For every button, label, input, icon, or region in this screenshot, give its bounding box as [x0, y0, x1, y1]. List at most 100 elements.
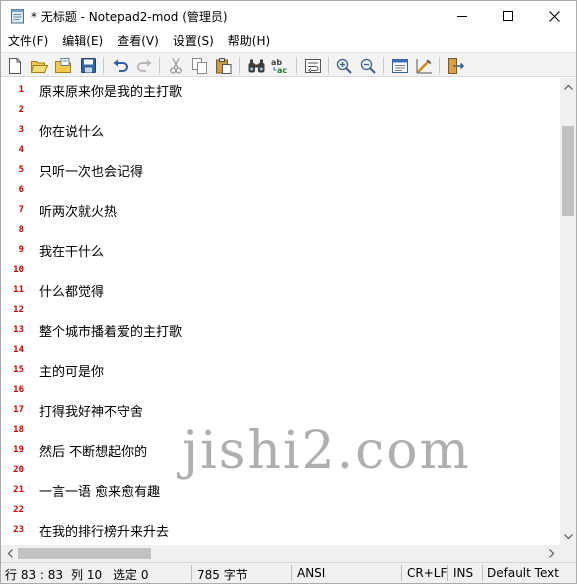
editor-line[interactable]: 9 我在干什么 — [1, 239, 560, 260]
customize-scheme-button[interactable] — [414, 56, 434, 75]
minimize-button[interactable] — [439, 1, 485, 31]
scroll-down-button[interactable] — [560, 528, 576, 545]
line-number: 2 — [18, 105, 24, 115]
new-file-button[interactable] — [5, 56, 25, 75]
editor-line[interactable]: 10 — [1, 259, 560, 279]
line-number: 21 — [13, 485, 24, 495]
maximize-button[interactable] — [485, 1, 531, 31]
editor-line[interactable]: 7 听两次就火热 — [1, 199, 560, 220]
word-wrap-button[interactable] — [303, 56, 323, 75]
redo-icon — [136, 59, 151, 72]
status-line-ending[interactable]: CR+LF — [407, 566, 447, 580]
redo-button[interactable] — [134, 56, 154, 75]
editor-line[interactable]: 8 — [1, 219, 560, 239]
line-text: 听两次就火热 — [39, 205, 118, 220]
toolbar-separator — [239, 57, 240, 74]
horizontal-scroll-thumb[interactable] — [18, 548, 151, 559]
customize-scheme-icon — [416, 58, 432, 73]
line-text: 我在干什么 — [39, 245, 105, 260]
menu-edit[interactable]: 编辑(E) — [55, 31, 110, 51]
editor-line[interactable]: 21 一言一语 愈来愈有趣 — [1, 479, 560, 500]
horizontal-scrollbar[interactable] — [1, 545, 560, 562]
editor-line[interactable]: 16 — [1, 379, 560, 399]
editor-line[interactable]: 17 打得我好神不守舍 — [1, 399, 560, 420]
menu-file[interactable]: 文件(F) — [1, 31, 55, 51]
status-selection: 选定 0 — [113, 568, 149, 582]
open-button[interactable] — [29, 56, 49, 75]
undo-button[interactable] — [110, 56, 130, 75]
line-text: 只听一次也会记得 — [39, 165, 144, 180]
undo-icon — [113, 59, 128, 72]
save-button[interactable] — [78, 56, 98, 75]
menu-help[interactable]: 帮助(H) — [221, 31, 277, 51]
scheme-icon — [392, 58, 408, 73]
close-icon — [548, 10, 560, 22]
toolbar: ab ac — [1, 52, 576, 77]
cut-button[interactable] — [166, 56, 186, 75]
toolbar-separator — [383, 57, 384, 74]
line-text: 在我的排行榜升来升去 — [39, 525, 170, 540]
menu-settings[interactable]: 设置(S) — [166, 31, 221, 51]
window-title: * 无标题 - Notepad2-mod (管理员) — [31, 10, 228, 24]
text-editor[interactable]: 1 原来原来你是我的主打歌 2 3 你在说什么 4 5 只听一次也会记得 6 7 听两次就火热 8 9 我… — [1, 78, 560, 545]
replace-button[interactable]: ab ac — [270, 56, 290, 75]
cut-icon — [170, 57, 182, 74]
scheme-button[interactable] — [390, 56, 410, 75]
toolbar-separator — [159, 57, 160, 74]
line-number: 3 — [18, 125, 24, 135]
line-text: 主的可是你 — [39, 365, 105, 380]
editor-line[interactable]: 12 — [1, 299, 560, 319]
status-separator — [191, 565, 192, 581]
editor-line[interactable]: 1 原来原来你是我的主打歌 — [1, 79, 560, 100]
vertical-scrollbar[interactable] — [560, 78, 576, 545]
editor-line[interactable]: 14 — [1, 339, 560, 359]
close-button[interactable] — [531, 1, 576, 31]
vertical-scroll-thumb[interactable] — [562, 126, 574, 216]
browse-button[interactable] — [53, 56, 73, 75]
line-number: 16 — [13, 385, 24, 395]
replace-icon: abac — [271, 58, 287, 74]
line-text: 什么都觉得 — [39, 285, 105, 300]
chevron-right-icon — [548, 549, 554, 558]
line-number: 1 — [18, 85, 24, 95]
zoom-out-button[interactable] — [358, 56, 378, 75]
toolbar-separator — [439, 57, 440, 74]
paste-button[interactable] — [214, 56, 234, 75]
maximize-icon — [503, 11, 513, 21]
line-number: 23 — [13, 525, 24, 535]
line-text: 原来原来你是我的主打歌 — [39, 85, 183, 100]
status-scheme[interactable]: Default Text — [487, 566, 559, 580]
editor-line[interactable]: 2 — [1, 99, 560, 119]
editor-line[interactable]: 22 — [1, 499, 560, 519]
editor-line[interactable]: 4 — [1, 139, 560, 159]
exit-button[interactable] — [446, 56, 466, 75]
word-wrap-icon — [305, 58, 321, 73]
line-text: 一言一语 愈来愈有趣 — [39, 485, 161, 500]
menu-view[interactable]: 查看(V) — [110, 31, 166, 51]
status-encoding[interactable]: ANSI — [297, 566, 325, 580]
editor-line[interactable]: 18 — [1, 419, 560, 439]
copy-button[interactable] — [190, 56, 210, 75]
editor-line[interactable]: 19 然后 不断想起你的 — [1, 439, 560, 460]
line-number: 8 — [18, 225, 24, 235]
editor-line[interactable]: 3 你在说什么 — [1, 119, 560, 140]
scroll-up-button[interactable] — [560, 78, 576, 95]
scroll-right-button[interactable] — [543, 545, 560, 562]
editor-line[interactable]: 6 — [1, 179, 560, 199]
line-number: 11 — [13, 285, 24, 295]
zoom-in-button[interactable] — [334, 56, 354, 75]
editor-line[interactable]: 23 在我的排行榜升来升去 — [1, 519, 560, 540]
editor-line[interactable]: 5 只听一次也会记得 — [1, 159, 560, 180]
editor-line[interactable]: 20 — [1, 459, 560, 479]
find-button[interactable] — [246, 56, 266, 75]
line-number: 5 — [18, 165, 24, 175]
line-number: 12 — [13, 305, 24, 315]
editor-line[interactable]: 13 整个城市播着爱的主打歌 — [1, 319, 560, 340]
line-number: 22 — [13, 505, 24, 515]
editor-line[interactable]: 15 主的可是你 — [1, 359, 560, 380]
zoom-in-icon — [336, 58, 352, 74]
line-number: 14 — [13, 345, 24, 355]
editor-line[interactable]: 11 什么都觉得 — [1, 279, 560, 300]
status-separator — [401, 565, 402, 581]
scroll-left-button[interactable] — [1, 545, 18, 562]
